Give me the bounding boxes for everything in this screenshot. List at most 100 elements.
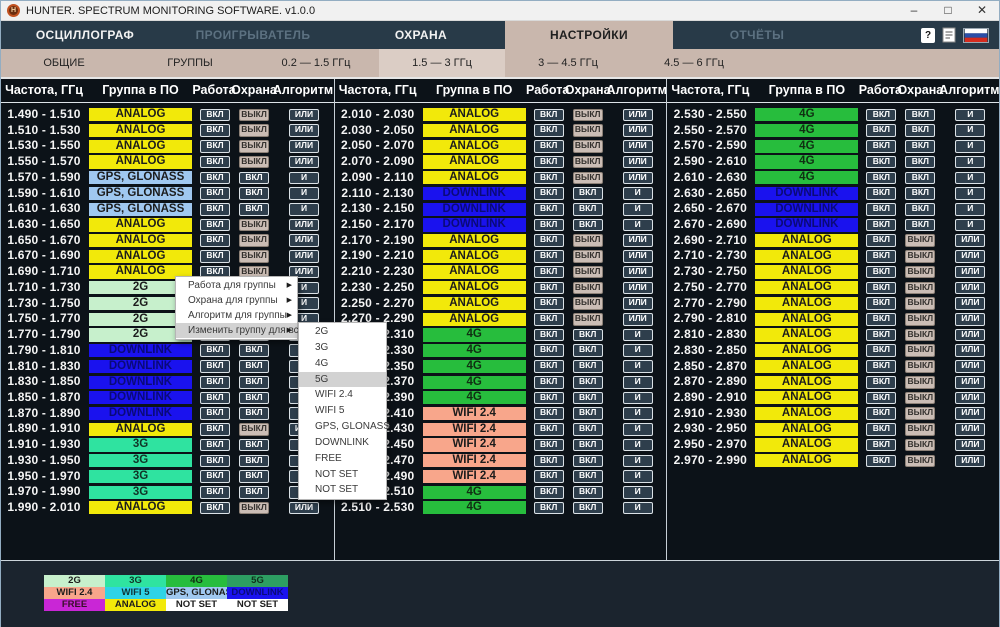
guard-toggle[interactable]: ВЫКЛ bbox=[573, 266, 603, 279]
work-toggle[interactable]: ВКЛ bbox=[866, 297, 896, 310]
context-submenu-item-2[interactable]: 3G bbox=[299, 340, 386, 356]
algorithm-toggle[interactable]: ИЛИ bbox=[955, 234, 985, 247]
guard-toggle[interactable]: ВЫКЛ bbox=[573, 109, 603, 122]
guard-toggle[interactable]: ВЫКЛ bbox=[905, 376, 935, 389]
group-cell[interactable]: ANALOG bbox=[89, 501, 192, 514]
work-toggle[interactable]: ВКЛ bbox=[534, 376, 564, 389]
main-tab-5[interactable]: ОТЧЁТЫ bbox=[673, 21, 841, 49]
group-cell[interactable]: ANALOG bbox=[423, 171, 526, 184]
algorithm-toggle[interactable]: И bbox=[623, 407, 653, 420]
algorithm-toggle[interactable]: ИЛИ bbox=[623, 250, 653, 263]
algorithm-toggle[interactable]: ИЛИ bbox=[955, 376, 985, 389]
algorithm-toggle[interactable]: И bbox=[623, 203, 653, 216]
group-cell[interactable]: 4G bbox=[423, 501, 526, 514]
algorithm-toggle[interactable]: ИЛИ bbox=[955, 455, 985, 468]
work-toggle[interactable]: ВКЛ bbox=[200, 486, 230, 499]
group-cell[interactable]: ANALOG bbox=[89, 155, 192, 168]
sub-tab-5[interactable]: 3 — 4.5 ГГц bbox=[505, 49, 631, 77]
work-toggle[interactable]: ВКЛ bbox=[866, 329, 896, 342]
algorithm-toggle[interactable]: ИЛИ bbox=[623, 282, 653, 295]
work-toggle[interactable]: ВКЛ bbox=[866, 439, 896, 452]
algorithm-toggle[interactable]: ИЛИ bbox=[623, 297, 653, 310]
group-cell[interactable]: DOWNLINK bbox=[755, 218, 858, 231]
group-cell[interactable]: 3G bbox=[89, 454, 192, 467]
work-toggle[interactable]: ВКЛ bbox=[534, 250, 564, 263]
work-toggle[interactable]: ВКЛ bbox=[534, 392, 564, 405]
report-icon[interactable] bbox=[942, 27, 956, 43]
work-toggle[interactable]: ВКЛ bbox=[200, 250, 230, 263]
context-submenu-item-10[interactable]: NOT SET bbox=[299, 467, 386, 483]
group-cell[interactable]: ANALOG bbox=[89, 423, 192, 436]
group-cell[interactable]: ANALOG bbox=[423, 297, 526, 310]
work-toggle[interactable]: ВКЛ bbox=[534, 187, 564, 200]
context-submenu-item-11[interactable]: NOT SET bbox=[299, 482, 386, 498]
context-menu-item-2[interactable]: Охрана для группы▶ bbox=[176, 293, 297, 308]
guard-toggle[interactable]: ВЫКЛ bbox=[239, 502, 269, 515]
work-toggle[interactable]: ВКЛ bbox=[534, 140, 564, 153]
group-cell[interactable]: 4G bbox=[755, 171, 858, 184]
work-toggle[interactable]: ВКЛ bbox=[866, 344, 896, 357]
work-toggle[interactable]: ВКЛ bbox=[534, 439, 564, 452]
guard-toggle[interactable]: ВКЛ bbox=[573, 455, 603, 468]
context-submenu-item-9[interactable]: FREE bbox=[299, 451, 386, 467]
group-cell[interactable]: DOWNLINK bbox=[89, 360, 192, 373]
work-toggle[interactable]: ВКЛ bbox=[200, 376, 230, 389]
algorithm-toggle[interactable]: И bbox=[955, 124, 985, 137]
algorithm-toggle[interactable]: ИЛИ bbox=[289, 250, 319, 263]
work-toggle[interactable]: ВКЛ bbox=[866, 266, 896, 279]
guard-toggle[interactable]: ВЫКЛ bbox=[905, 329, 935, 342]
group-cell[interactable]: ANALOG bbox=[755, 360, 858, 373]
guard-toggle[interactable]: ВКЛ bbox=[239, 392, 269, 405]
work-toggle[interactable]: ВКЛ bbox=[200, 109, 230, 122]
guard-toggle[interactable]: ВКЛ bbox=[239, 187, 269, 200]
guard-toggle[interactable]: ВЫКЛ bbox=[573, 313, 603, 326]
work-toggle[interactable]: ВКЛ bbox=[200, 203, 230, 216]
work-toggle[interactable]: ВКЛ bbox=[866, 360, 896, 373]
algorithm-toggle[interactable]: И bbox=[623, 360, 653, 373]
algorithm-toggle[interactable]: ИЛИ bbox=[289, 234, 319, 247]
work-toggle[interactable]: ВКЛ bbox=[866, 423, 896, 436]
work-toggle[interactable]: ВКЛ bbox=[534, 407, 564, 420]
group-cell[interactable]: 4G bbox=[423, 360, 526, 373]
work-toggle[interactable]: ВКЛ bbox=[534, 297, 564, 310]
work-toggle[interactable]: ВКЛ bbox=[200, 344, 230, 357]
group-cell[interactable]: 4G bbox=[423, 376, 526, 389]
guard-toggle[interactable]: ВКЛ bbox=[905, 203, 935, 216]
work-toggle[interactable]: ВКЛ bbox=[200, 439, 230, 452]
minimize-button[interactable]: – bbox=[897, 1, 931, 20]
group-cell[interactable]: ANALOG bbox=[755, 250, 858, 263]
help-icon[interactable]: ? bbox=[921, 28, 935, 43]
guard-toggle[interactable]: ВКЛ bbox=[905, 187, 935, 200]
guard-toggle[interactable]: ВКЛ bbox=[905, 109, 935, 122]
group-cell[interactable]: WIFI 2.4 bbox=[423, 423, 526, 436]
guard-toggle[interactable]: ВКЛ bbox=[239, 344, 269, 357]
group-cell[interactable]: ANALOG bbox=[755, 438, 858, 451]
algorithm-toggle[interactable]: И bbox=[623, 376, 653, 389]
group-cell[interactable]: ANALOG bbox=[423, 281, 526, 294]
guard-toggle[interactable]: ВКЛ bbox=[573, 439, 603, 452]
guard-toggle[interactable]: ВКЛ bbox=[573, 470, 603, 483]
guard-toggle[interactable]: ВЫКЛ bbox=[905, 266, 935, 279]
work-toggle[interactable]: ВКЛ bbox=[866, 313, 896, 326]
context-menu-item-4[interactable]: Изменить группу для всех▶ bbox=[176, 323, 297, 338]
algorithm-toggle[interactable]: И bbox=[623, 219, 653, 232]
group-cell[interactable]: ANALOG bbox=[423, 108, 526, 121]
group-cell[interactable]: DOWNLINK bbox=[423, 218, 526, 231]
group-cell[interactable]: DOWNLINK bbox=[89, 344, 192, 357]
group-cell[interactable]: DOWNLINK bbox=[755, 187, 858, 200]
group-cell[interactable]: 4G bbox=[423, 486, 526, 499]
context-submenu-item-6[interactable]: WIFI 5 bbox=[299, 403, 386, 419]
work-toggle[interactable]: ВКЛ bbox=[866, 124, 896, 137]
work-toggle[interactable]: ВКЛ bbox=[866, 234, 896, 247]
guard-toggle[interactable]: ВЫКЛ bbox=[573, 234, 603, 247]
work-toggle[interactable]: ВКЛ bbox=[534, 234, 564, 247]
group-cell[interactable]: 4G bbox=[755, 108, 858, 121]
group-cell[interactable]: GPS, GLONASS bbox=[89, 171, 192, 184]
group-cell[interactable]: WIFI 2.4 bbox=[423, 454, 526, 467]
algorithm-toggle[interactable]: И bbox=[623, 392, 653, 405]
guard-toggle[interactable]: ВЫКЛ bbox=[239, 250, 269, 263]
work-toggle[interactable]: ВКЛ bbox=[866, 140, 896, 153]
algorithm-toggle[interactable]: ИЛИ bbox=[955, 250, 985, 263]
algorithm-toggle[interactable]: И bbox=[623, 344, 653, 357]
close-button[interactable]: ✕ bbox=[965, 1, 999, 20]
